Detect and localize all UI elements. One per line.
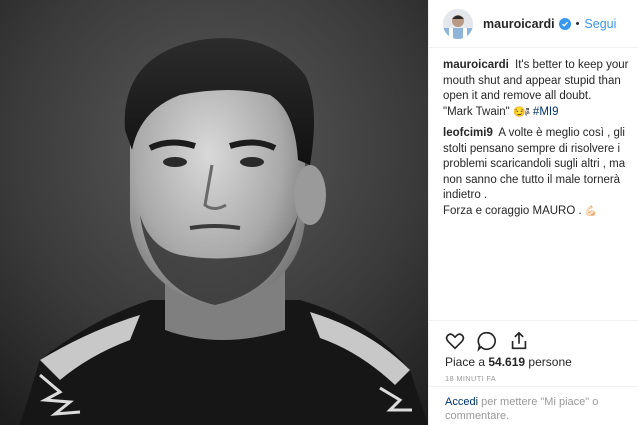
- username[interactable]: mauroicardi: [483, 17, 555, 31]
- comment-caption: mauroicardi It's better to keep your mou…: [443, 58, 629, 120]
- share-icon[interactable]: [507, 329, 531, 353]
- login-link[interactable]: Accedi: [445, 396, 478, 408]
- comment-icon[interactable]: [475, 329, 499, 353]
- likes-suffix: persone: [528, 355, 572, 369]
- comment-emoji: 💪🏻: [584, 205, 598, 217]
- post-photo[interactable]: [0, 0, 428, 425]
- heart-icon[interactable]: [443, 329, 467, 353]
- comment-item: leofcimi9 A volte è meglio così , gli st…: [443, 126, 629, 219]
- comment-text-line2: Forza e coraggio MAURO .: [443, 204, 582, 217]
- comment-emoji: 😏🖗: [512, 106, 530, 118]
- likes-number[interactable]: 54.619: [488, 355, 525, 369]
- comment-author[interactable]: leofcimi9: [443, 127, 493, 139]
- avatar[interactable]: [443, 8, 473, 39]
- comments-list: mauroicardi It's better to keep your mou…: [443, 58, 629, 225]
- likes-prefix: Piace a: [445, 355, 486, 369]
- portrait-image: [0, 0, 428, 425]
- post-sidebar: mauroicardi • Segui mauroicardi It's bet…: [428, 0, 638, 425]
- separator-dot: •: [575, 17, 580, 30]
- hashtag-link[interactable]: #MI9: [533, 106, 559, 118]
- comment-author[interactable]: mauroicardi: [443, 59, 509, 71]
- post-timestamp: 18 MINUTI FA: [445, 374, 497, 383]
- likes-count: Piace a 54.619 persone: [445, 355, 572, 369]
- post-header: mauroicardi • Segui: [429, 0, 638, 48]
- verified-badge-icon: [558, 17, 571, 30]
- login-to-comment: Accedi per mettere "Mi piace" o commenta…: [429, 386, 638, 425]
- follow-button[interactable]: Segui: [584, 17, 616, 31]
- comment-quote: "Mark Twain": [443, 105, 510, 118]
- action-icons: [443, 329, 539, 353]
- avatar-image: [443, 8, 473, 39]
